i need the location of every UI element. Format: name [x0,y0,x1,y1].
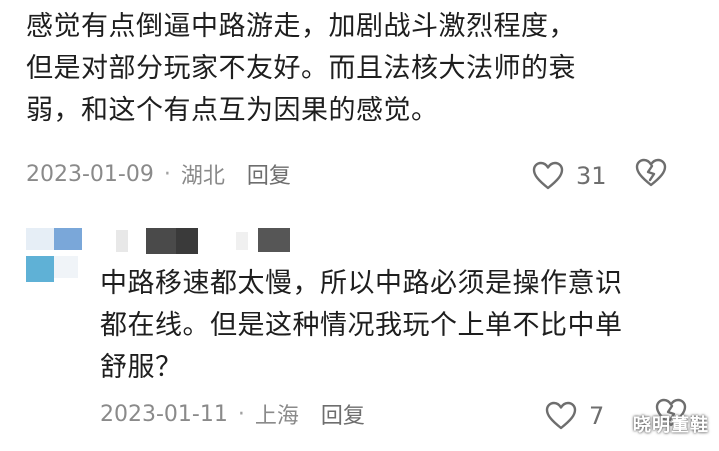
username-redacted[interactable] [116,228,296,256]
comment-1-like-button[interactable]: 31 [532,161,607,191]
comment-2-location: 上海 [254,404,299,429]
comment-1-actions: 31 [532,158,667,194]
comment-1-line-3: 弱，和这个有点互为因果的感觉。 [26,95,439,126]
comment-2-line-1: 中路移速都太慢，所以中路必须是操作意识 [100,268,623,299]
avatar[interactable] [26,228,86,284]
comment-2-meta: 2023-01-11 · 上海 回复 [100,398,365,430]
comment-1-line-1: 感觉有点倒逼中路游走，加剧战斗激烈程度， [26,11,576,42]
comment-2-line-2: 都在线。但是这种情况我玩个上单不比中单 [100,310,623,341]
comment-1-line-2: 但是对部分玩家不友好。而且法核大法师的衰 [26,53,576,84]
comment-2-separator: · [237,401,245,427]
heart-outline-icon [545,401,577,431]
comment-1-meta: 2023-01-09 · 湖北 回复 [26,158,291,190]
comment-2-like-count: 7 [589,402,605,430]
comment-2-like-button[interactable]: 7 [545,401,619,431]
watermark: 晓明董鞋 [633,415,709,436]
heart-outline-icon [532,161,564,191]
comment-1-like-count: 31 [576,162,607,190]
comment-1-location: 湖北 [180,164,225,189]
comment-1-separator: · [163,161,171,187]
comment-2-reply-button[interactable]: 回复 [321,398,365,430]
comment-2-date: 2023-01-11 [100,401,228,427]
comment-1-text: 感觉有点倒逼中路游走，加剧战斗激烈程度， 但是对部分玩家不友好。而且法核大法师的衰… [26,6,706,132]
broken-heart-icon [635,158,667,194]
comment-1-reply-button[interactable]: 回复 [247,158,291,190]
comment-2-text: 中路移速都太慢，所以中路必须是操作意识 都在线。但是这种情况我玩个上单不比中单 舒服… [100,263,690,389]
comment-1-dislike-button[interactable] [635,158,667,194]
comment-1-date: 2023-01-09 [26,161,154,187]
comment-2-line-3: 舒服？ [100,352,183,383]
